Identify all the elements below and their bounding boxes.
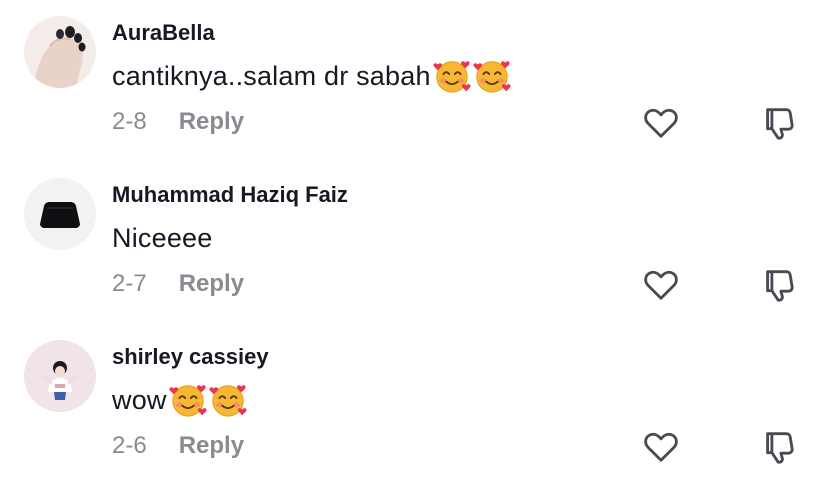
reply-button[interactable]: Reply [179,432,244,460]
username[interactable]: Muhammad Haziq Faiz [112,182,348,208]
smiling-face-with-hearts-emoji [209,381,247,419]
comment-item: AuraBella cantiknya..salam dr sabah 2-8 … [0,0,828,162]
comment-text: cantiknya..salam dr sabah [112,60,431,91]
thumbs-down-outline-icon[interactable] [760,266,798,304]
hand-nails-photo [24,16,96,88]
smiling-face-with-hearts-emoji [169,381,207,419]
comment-date: 2-6 [112,432,147,459]
comment-meta: 2-6 Reply [112,432,244,460]
comment-item: Muhammad Haziq Faiz Niceeee 2-7 Reply [0,162,828,324]
comment-text: Niceeee [112,222,213,253]
thumbs-down-outline-icon[interactable] [760,428,798,466]
comment-text-row: wow [112,380,247,420]
smiling-face-with-hearts-emoji [473,57,511,95]
girl-illustration-photo [24,340,96,412]
avatar[interactable] [24,16,96,88]
heart-outline-icon[interactable] [642,104,680,142]
comment-text: wow [112,384,167,415]
comment-meta: 2-7 Reply [112,270,244,298]
reply-button[interactable]: Reply [179,108,244,136]
heart-outline-icon[interactable] [642,266,680,304]
reply-button[interactable]: Reply [179,270,244,298]
comment-text-row: Niceeee [112,218,212,258]
username[interactable]: AuraBella [112,20,215,46]
smiling-face-with-hearts-emoji [433,57,471,95]
comment-meta: 2-8 Reply [112,108,244,136]
dark-object-photo [24,178,96,250]
comment-date: 2-7 [112,270,147,297]
comment-item: shirley cassiey wow 2-6 Reply [0,324,828,486]
avatar[interactable] [24,340,96,412]
heart-outline-icon[interactable] [642,428,680,466]
thumbs-down-outline-icon[interactable] [760,104,798,142]
username[interactable]: shirley cassiey [112,344,269,370]
avatar[interactable] [24,178,96,250]
comment-date: 2-8 [112,108,147,135]
comment-text-row: cantiknya..salam dr sabah [112,56,511,96]
